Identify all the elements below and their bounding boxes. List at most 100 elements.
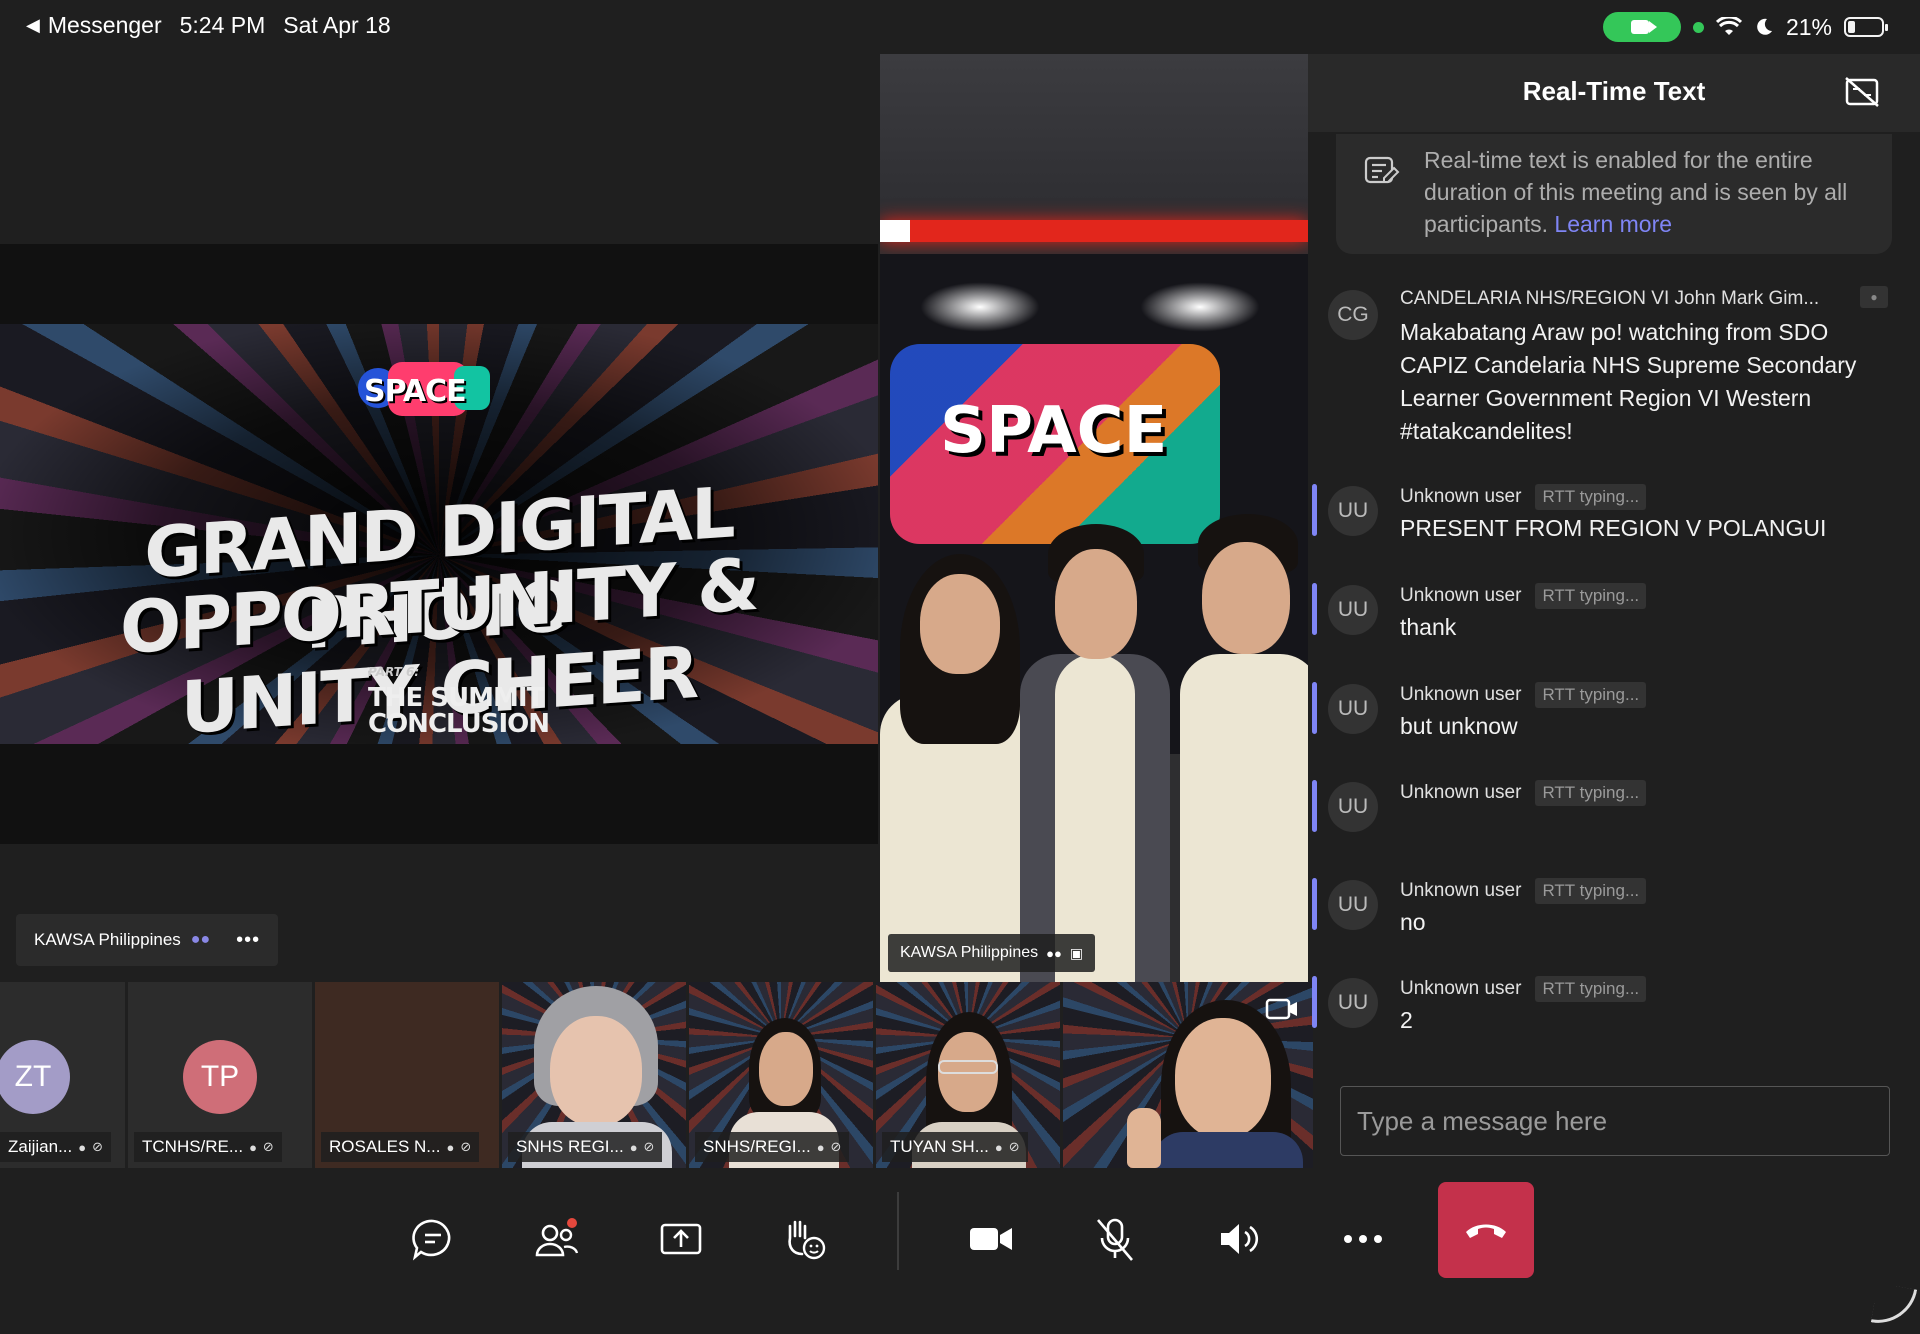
participant-tile[interactable]: SNHS REGI... ● ⊘: [502, 982, 686, 1168]
participant-face: [1175, 1018, 1271, 1138]
presenter-more-options-button[interactable]: •••: [236, 929, 260, 952]
video-camera-icon: [970, 1228, 1012, 1250]
share-tray-icon: [660, 1223, 702, 1255]
sender-name: CANDELARIA NHS/REGION VI John Mark Gim..…: [1400, 288, 1820, 309]
external-user-icon: ●: [1860, 286, 1888, 308]
org-people-icon: ●: [629, 1139, 638, 1155]
document-icon: [1364, 156, 1400, 184]
raise-hand-emoji-icon: [788, 1220, 826, 1260]
sender-name: Unknown user: [1400, 880, 1522, 901]
more-dots-icon: [1344, 1235, 1382, 1243]
presenter-name: KAWSA Philippines: [34, 930, 181, 949]
sender-row: Unknown user RTT typing...: [1400, 976, 1647, 1002]
camera-in-use-icon[interactable]: [1602, 12, 1681, 42]
mic-muted-icon: ⊘: [262, 1139, 274, 1154]
camera-button[interactable]: [956, 1204, 1026, 1274]
rtt-info-text: Real-time text is enabled for the entire…: [1424, 144, 1874, 240]
participant-tile[interactable]: SNHS/REGI... ● ⊘: [689, 982, 873, 1168]
microphone-button[interactable]: [1080, 1204, 1150, 1274]
camera-indicator-dot: [1692, 21, 1704, 33]
org-people-icon: ●: [78, 1139, 87, 1155]
participant-name: SNHS/REGI...: [703, 1137, 811, 1156]
slide-part-number: PART 6:: [368, 665, 420, 679]
sender-name: Unknown user: [1400, 684, 1522, 705]
real-time-text-panel: Real-Time Text Real-time text is enabled…: [1308, 54, 1920, 1033]
rtt-title: Real-Time Text: [1522, 76, 1706, 106]
status-bar: ◀ Messenger 5:24 PM Sat Apr 18 21%: [0, 0, 1920, 54]
back-to-app-icon[interactable]: ◀: [26, 15, 40, 36]
participant-tile[interactable]: TUYAN SH... ● ⊘: [876, 982, 1060, 1168]
sender-row: Unknown user RTT typing...: [1400, 878, 1647, 904]
message-text: PRESENT FROM REGION V POLANGUI: [1400, 515, 1827, 541]
participant-name: TUYAN SH...: [890, 1137, 989, 1156]
rtt-typing-badge: RTT typing...: [1535, 484, 1647, 510]
mic-muted-icon: ⊘: [643, 1139, 655, 1154]
rtt-typing-badge: RTT typing...: [1535, 583, 1647, 609]
message-text: no: [1400, 909, 1426, 935]
battery-percent: 21%: [1785, 13, 1832, 40]
share-screen-button[interactable]: [646, 1204, 716, 1274]
glasses-shape: [938, 1060, 998, 1074]
org-people-icon: ●: [446, 1139, 455, 1155]
mic-muted-icon: ⊘: [830, 1139, 842, 1154]
sender-row: Unknown user RTT typing...: [1400, 583, 1647, 609]
backdrop-logo-text: SPACE: [940, 394, 1168, 468]
close-rtt-icon[interactable]: [1844, 76, 1880, 108]
participant-label: SNHS/REGI... ● ⊘: [695, 1132, 850, 1162]
react-button[interactable]: [770, 1204, 840, 1274]
chat-button[interactable]: [398, 1204, 468, 1274]
leave-call-button[interactable]: [1438, 1182, 1534, 1278]
status-bar-right: 21%: [1602, 12, 1888, 42]
battery-icon: [1844, 17, 1888, 37]
rtt-header: Real-Time Text: [1308, 54, 1920, 132]
mic-muted-icon: [1097, 1218, 1133, 1261]
participant-tile[interactable]: TP TCNHS/RE... ● ⊘: [128, 982, 312, 1168]
typing-accent-bar: [1312, 878, 1317, 930]
studio-light-bar: [880, 220, 1308, 242]
slide-part-line2: CONCLUSION: [368, 709, 550, 739]
sender-row: Unknown user RTT typing...: [1400, 484, 1647, 510]
speaker-name-tag[interactable]: KAWSA Philippines ●● ▣: [888, 934, 1096, 972]
participant-name: ROSALES N...: [329, 1137, 441, 1156]
slide-background: SPACE GRAND DIGITAL PHOTO OPPORTUNITY & …: [0, 324, 878, 744]
typing-accent-bar: [1312, 780, 1317, 832]
speaker-video-tile[interactable]: SPACE KAWSA Philippines ●● ▣: [880, 54, 1308, 982]
participant-tile[interactable]: ZT Zaijian... ● ⊘: [0, 982, 125, 1168]
sender-avatar: UU: [1328, 486, 1378, 536]
learn-more-link[interactable]: Learn more: [1554, 211, 1672, 237]
rtt-message-input[interactable]: [1340, 1086, 1890, 1156]
participant-label: TUYAN SH... ● ⊘: [882, 1132, 1028, 1162]
sender-avatar: UU: [1328, 880, 1378, 930]
rtt-typing-badge: RTT typing...: [1535, 878, 1647, 904]
mic-muted-icon: ⊘: [92, 1139, 104, 1154]
studio-lamp: [1140, 282, 1260, 332]
participant-name: TCNHS/RE...: [142, 1137, 244, 1156]
switch-camera-icon[interactable]: [1265, 996, 1299, 1024]
speaker-button[interactable]: [1204, 1204, 1274, 1274]
back-to-app-label[interactable]: Messenger: [48, 12, 162, 39]
participant-body: [1153, 1132, 1303, 1168]
claim-your-space-logo: SPACE: [358, 358, 498, 438]
sender-name: Unknown user: [1400, 486, 1522, 507]
participant-tile[interactable]: ROSALES N... ● ⊘: [315, 982, 499, 1168]
shared-content-stage[interactable]: SPACE GRAND DIGITAL PHOTO OPPORTUNITY & …: [0, 54, 878, 982]
presenter-name-tag[interactable]: KAWSA Philippines ●● •••: [16, 914, 279, 966]
message-text: but unknow: [1400, 713, 1518, 739]
people-button[interactable]: [522, 1204, 592, 1274]
typing-accent-bar: [1312, 976, 1317, 1028]
message-text: Makabatang Araw po! watching from SDO CA…: [1400, 319, 1857, 444]
mic-muted-icon: ⊘: [460, 1139, 472, 1154]
sender-avatar: UU: [1328, 978, 1378, 1028]
rtt-typing-badge: RTT typing...: [1535, 976, 1647, 1002]
org-people-icon: ●●: [1046, 945, 1062, 961]
rtt-typing-badge: RTT typing...: [1535, 682, 1647, 708]
participant-face: [759, 1032, 813, 1106]
org-people-icon: ●: [994, 1139, 1003, 1155]
more-options-button[interactable]: [1328, 1204, 1398, 1274]
org-people-icon: ●●: [190, 931, 211, 948]
home-indicator-arc: [1870, 1282, 1918, 1330]
mic-muted-icon: ⊘: [1008, 1139, 1020, 1154]
self-view-tile[interactable]: [1063, 982, 1313, 1168]
sender-name: Unknown user: [1400, 782, 1522, 803]
sender-avatar: CG: [1328, 290, 1378, 340]
